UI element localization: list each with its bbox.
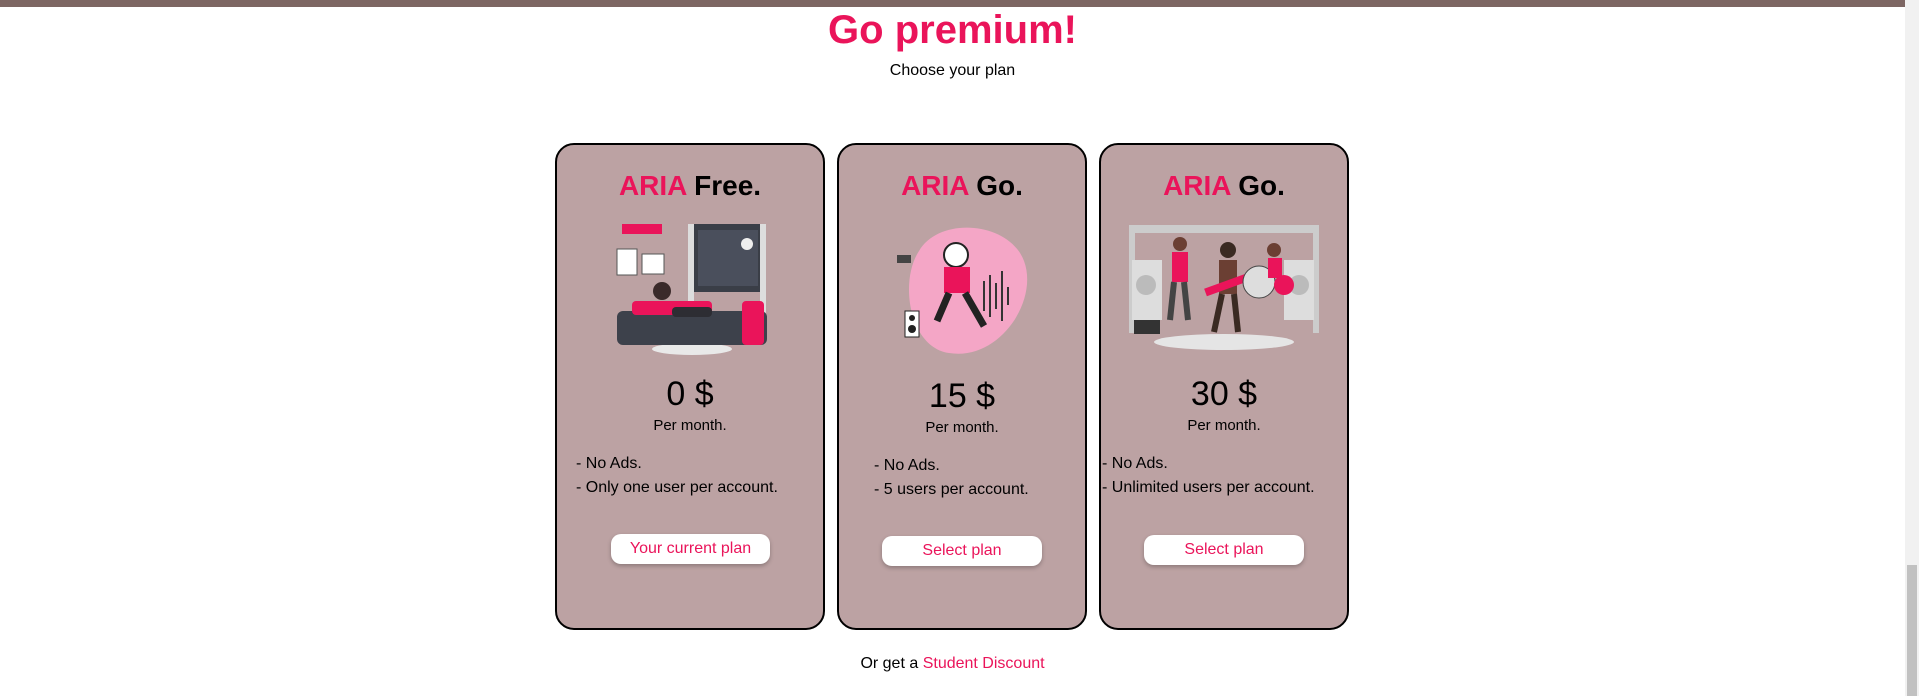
- plan-features: - No Ads. - 5 users per account.: [874, 454, 1029, 502]
- plan-feature: - Unlimited users per account.: [1102, 479, 1315, 496]
- plan-feature: - No Ads.: [1102, 455, 1168, 472]
- person-listening-music-illustration: [897, 227, 1028, 354]
- plan-feature: - No Ads.: [576, 455, 642, 472]
- plan-period: Per month.: [925, 419, 999, 436]
- footer-prefix: Or get a: [860, 655, 919, 672]
- plan-title: ARIA Go.: [1101, 169, 1347, 203]
- plan-name: Go.: [976, 170, 1023, 201]
- person-lying-on-bed-illustration: [616, 224, 767, 355]
- plan-title: ARIA Go.: [839, 169, 1085, 203]
- plan-name: Free.: [694, 170, 762, 201]
- plan-title: ARIA Free.: [557, 169, 823, 203]
- plan-feature: - Only one user per account.: [576, 479, 778, 496]
- page-subtitle: Choose your plan: [889, 62, 1016, 79]
- plan-feature: - 5 users per account.: [874, 481, 1029, 498]
- plan-brand: ARIA: [901, 170, 969, 201]
- band-on-stage-illustration: [1129, 225, 1319, 350]
- student-discount-link[interactable]: Student Discount: [923, 655, 1045, 672]
- plan-card-free: ARIA Free. 0 $ Per month. - No Ads. - On…: [555, 143, 825, 630]
- page-title: Go premium!: [828, 8, 1077, 52]
- student-discount-line: Or get a Student Discount: [0, 654, 1905, 674]
- plan-period: Per month.: [653, 417, 727, 434]
- select-plan-button[interactable]: Select plan: [1144, 535, 1304, 565]
- your-current-plan-button[interactable]: Your current plan: [611, 534, 770, 564]
- plan-features: - No Ads. - Unlimited users per account.: [1102, 452, 1315, 500]
- plan-name: Go.: [1238, 170, 1285, 201]
- plan-card-go-30: ARIA Go. 30 $ Per month. - No Ads. - Unl…: [1099, 143, 1349, 630]
- plan-price: 30 $: [1190, 375, 1258, 413]
- select-plan-button[interactable]: Select plan: [882, 536, 1042, 566]
- plan-feature: - No Ads.: [874, 457, 940, 474]
- plan-card-go-15: ARIA Go. 15 $ Per month. - No Ads. - 5 u…: [837, 143, 1087, 630]
- plan-brand: ARIA: [1163, 170, 1231, 201]
- plan-price: 0 $: [666, 375, 714, 413]
- plan-brand: ARIA: [618, 170, 687, 201]
- plan-period: Per month.: [1187, 417, 1261, 434]
- scrollbar-thumb[interactable]: [1907, 565, 1917, 696]
- plan-price: 15 $: [928, 377, 996, 415]
- vertical-scrollbar[interactable]: [1905, 0, 1919, 696]
- plan-features: - No Ads. - Only one user per account.: [576, 452, 778, 500]
